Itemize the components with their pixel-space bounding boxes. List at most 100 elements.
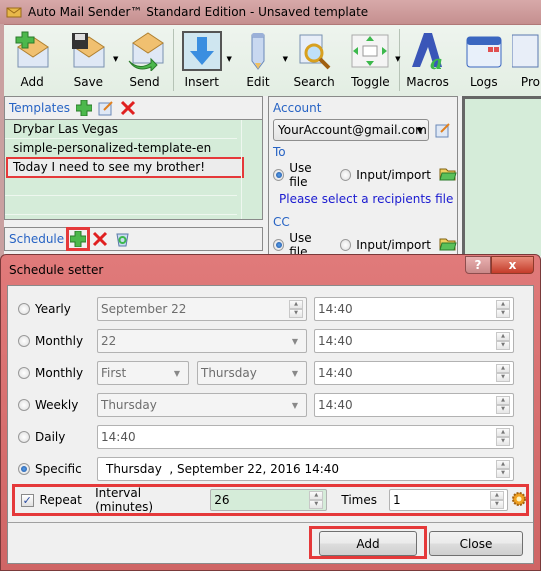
template-item[interactable]: Drybar Las Vegas — [5, 120, 237, 139]
logs-label: Logs — [469, 75, 498, 89]
monthly-week-time-field[interactable]: 14:40 ▲ ▼ — [314, 361, 514, 385]
times-field[interactable]: 1 ▲ ▼ — [388, 489, 508, 511]
repeat-row: ✓ Repeat Interval (minutes) 26 ▲ ▼ Times … — [12, 484, 529, 516]
delete-schedule-icon[interactable] — [92, 231, 108, 247]
open-folder-icon[interactable] — [439, 167, 457, 184]
yearly-date-value: September 22 — [101, 302, 187, 316]
monthly-weekday-value: Thursday — [201, 366, 257, 380]
insert-button[interactable]: ▼ Insert — [174, 25, 232, 97]
add-schedule-button[interactable]: Add — [319, 531, 417, 556]
spin-buttons[interactable]: ▲ ▼ — [496, 300, 510, 318]
spin-buttons[interactable]: ▲ ▼ — [496, 428, 510, 446]
cc-label: CC — [273, 215, 290, 229]
spin-buttons[interactable]: ▲ ▼ — [496, 396, 510, 414]
add-schedule-icon[interactable] — [66, 227, 91, 251]
cc-use-file-radio[interactable] — [273, 239, 285, 251]
yearly-radio[interactable] — [18, 303, 30, 315]
spin-buttons[interactable]: ▲ ▼ — [496, 460, 510, 478]
monthly-week-value: First — [101, 366, 127, 380]
window-title: Auto Mail Sender™ Standard Edition - Uns… — [28, 5, 369, 19]
template-item[interactable]: simple-personalized-template-en — [5, 139, 237, 158]
send-button[interactable]: Send — [116, 25, 172, 97]
pro-label: Pro — [520, 75, 540, 89]
interval-value: 26 — [214, 493, 230, 507]
dialog-separator — [8, 522, 533, 523]
dialog-body: Yearly September 22 ▲ ▼ 14:40 ▲ ▼ Monthly … — [7, 285, 534, 564]
add-label: Add — [20, 75, 44, 89]
monthly-day-time-field[interactable]: 14:40 ▲ ▼ — [314, 329, 514, 353]
add-envelope-icon — [12, 31, 52, 71]
logs-button[interactable]: Logs — [456, 25, 512, 97]
schedule-header: Schedule — [4, 227, 263, 251]
interval-field[interactable]: 26 ▲ ▼ — [210, 489, 328, 511]
save-label: Save — [73, 75, 104, 89]
gear-icon[interactable] — [511, 491, 526, 509]
to-options: Use file Input/import — [273, 161, 457, 189]
monthly-week-select[interactable]: First ▼ — [97, 361, 189, 385]
cc-input-import-radio[interactable] — [340, 239, 352, 251]
send-envelope-icon — [125, 31, 165, 73]
monthly-week-radio[interactable] — [18, 367, 30, 379]
yearly-date-field[interactable]: September 22 ▲ ▼ — [97, 297, 307, 321]
close-dialog-button[interactable]: Close — [429, 531, 523, 556]
yearly-label: Yearly — [35, 302, 71, 316]
search-button[interactable]: Search — [286, 25, 342, 97]
to-label: To — [273, 145, 286, 159]
recycle-bin-icon[interactable] — [114, 231, 130, 247]
spin-buttons[interactable]: ▲ ▼ — [496, 364, 510, 382]
monthly-week-label: Monthly — [35, 366, 84, 380]
chevron-down-icon: ▼ — [291, 336, 298, 346]
monthly-day-time-value: 14:40 — [318, 334, 353, 348]
edit-account-icon[interactable] — [435, 122, 451, 138]
recipients-note[interactable]: Please select a recipients file — [273, 187, 457, 211]
template-item-selected[interactable]: Today I need to see my brother! — [6, 157, 244, 178]
specific-datetime-value: Thursday , September 22, 2016 14:40 — [106, 462, 340, 476]
chevron-down-icon: ▼ — [291, 368, 298, 378]
macros-icon: a — [408, 31, 448, 74]
to-input-import-radio[interactable] — [340, 169, 352, 181]
repeat-checkbox[interactable]: ✓ — [21, 493, 34, 507]
monthly-weekday-select[interactable]: Thursday ▼ — [197, 361, 307, 385]
insert-label: Insert — [184, 75, 219, 89]
weekly-row: Weekly — [8, 392, 97, 418]
close-window-button[interactable]: x — [491, 256, 534, 274]
daily-time-value: 14:40 — [101, 430, 136, 444]
spin-buttons[interactable]: ▲ ▼ — [496, 332, 510, 350]
toggle-button[interactable]: ▼ Toggle — [342, 25, 401, 97]
specific-radio[interactable] — [18, 463, 30, 475]
spin-buttons[interactable]: ▲ ▼ — [489, 491, 504, 509]
yearly-time-value: 14:40 — [318, 302, 353, 316]
document-icon — [511, 31, 541, 71]
save-button[interactable]: ▼ Save — [60, 25, 118, 97]
edit-button[interactable]: ▼ Edit — [230, 25, 288, 97]
account-select[interactable]: YourAccount@gmail.com ▼ — [273, 119, 429, 141]
add-button[interactable]: Add — [4, 25, 60, 97]
search-label: Search — [293, 75, 335, 89]
monthly-day-radio[interactable] — [18, 335, 30, 347]
spin-buttons[interactable]: ▲ ▼ — [289, 300, 303, 318]
to-use-file-radio[interactable] — [273, 169, 285, 181]
monthly-day-select[interactable]: 22 ▼ — [97, 329, 307, 353]
daily-label: Daily — [35, 430, 66, 444]
pro-button[interactable]: Pro — [511, 25, 541, 97]
weekly-radio[interactable] — [18, 399, 30, 411]
edit-template-icon[interactable] — [98, 100, 114, 116]
specific-datetime-field[interactable]: Thursday , September 22, 2016 14:40 ▲ ▼ — [97, 457, 514, 481]
help-button[interactable]: ? — [465, 256, 491, 274]
weekly-label: Weekly — [35, 398, 79, 412]
search-icon — [294, 31, 334, 71]
daily-time-field[interactable]: 14:40 ▲ ▼ — [97, 425, 514, 449]
macros-button[interactable]: a Macros — [399, 25, 455, 97]
weekly-weekday-select[interactable]: Thursday ▼ — [97, 393, 307, 417]
add-template-icon[interactable] — [76, 100, 93, 116]
templates-list: Drybar Las Vegas simple-personalized-tem… — [4, 120, 263, 220]
toggle-icon — [350, 31, 390, 71]
daily-radio[interactable] — [18, 431, 30, 443]
yearly-time-field[interactable]: 14:40 ▲ ▼ — [314, 297, 514, 321]
delete-template-icon[interactable] — [120, 100, 136, 116]
weekly-time-field[interactable]: 14:40 ▲ ▼ — [314, 393, 514, 417]
open-folder-icon[interactable] — [439, 237, 457, 254]
templates-title: Templates — [9, 101, 71, 115]
specific-row: Specific — [8, 456, 97, 482]
spin-buttons[interactable]: ▲ ▼ — [309, 491, 324, 509]
